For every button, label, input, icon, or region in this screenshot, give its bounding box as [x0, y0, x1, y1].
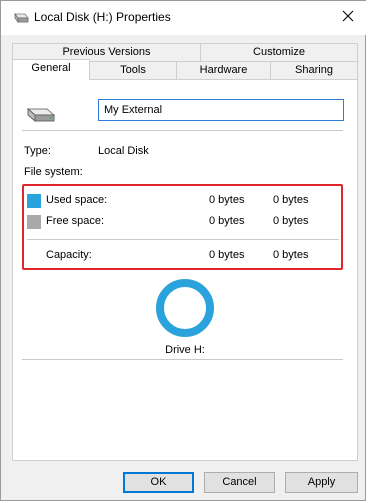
- capacity-label: Capacity:: [46, 249, 92, 261]
- close-button[interactable]: [334, 4, 362, 32]
- usage-donut-chart: [156, 279, 214, 337]
- drive-large-icon: [25, 106, 57, 127]
- free-space-label: Free space:: [46, 215, 105, 227]
- tab-general[interactable]: General: [12, 59, 90, 80]
- properties-window: Local Disk (H:) Properties Previous Vers…: [0, 0, 367, 501]
- type-value: Local Disk: [98, 145, 149, 157]
- tab-customize[interactable]: Customize: [200, 43, 358, 62]
- bottom-separator: [22, 359, 343, 360]
- capacity-separator: [27, 239, 339, 240]
- apply-button[interactable]: Apply: [285, 472, 358, 493]
- used-space-label: Used space:: [46, 194, 108, 206]
- capacity-size: 0 bytes: [273, 249, 309, 261]
- drive-icon: [13, 12, 29, 27]
- type-label: Type:: [24, 145, 51, 157]
- used-space-bytes: 0 bytes: [209, 194, 245, 206]
- free-space-bytes: 0 bytes: [209, 215, 245, 227]
- title-bar: Local Disk (H:) Properties: [1, 1, 367, 35]
- tab-tools[interactable]: Tools: [89, 61, 177, 80]
- tab-sharing[interactable]: Sharing: [270, 61, 358, 80]
- free-space-size: 0 bytes: [273, 215, 309, 227]
- volume-name-input[interactable]: [98, 99, 344, 121]
- free-space-swatch: [27, 215, 41, 229]
- filesystem-label: File system:: [24, 166, 83, 178]
- tab-hardware[interactable]: Hardware: [176, 61, 271, 80]
- general-panel: Type: Local Disk File system: Used space…: [12, 79, 358, 461]
- drive-label: Drive H:: [165, 344, 205, 356]
- used-space-size: 0 bytes: [273, 194, 309, 206]
- ok-button[interactable]: OK: [123, 472, 194, 493]
- capacity-bytes: 0 bytes: [209, 249, 245, 261]
- used-space-swatch: [27, 194, 41, 208]
- close-icon: [342, 10, 354, 22]
- window-title: Local Disk (H:) Properties: [34, 10, 171, 24]
- cancel-button[interactable]: Cancel: [204, 472, 275, 493]
- separator: [22, 130, 343, 131]
